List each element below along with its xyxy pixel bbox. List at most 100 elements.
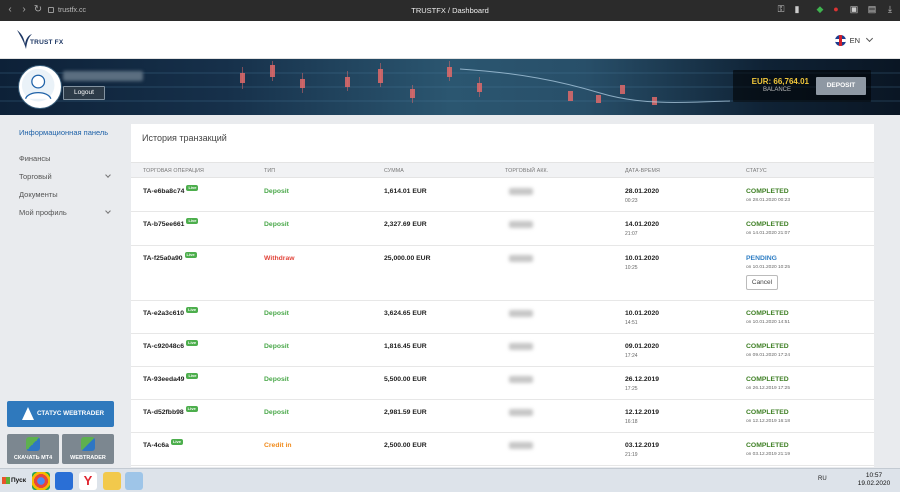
qr-icon[interactable]: ▣ — [849, 4, 859, 15]
operation-id-text: TA-e6ba8c74 — [143, 188, 185, 195]
clock-time: 10:57 — [865, 472, 883, 479]
table-row: TA-e6ba8c74Live Deposit 1,614.01 EUR 28.01.… — [131, 179, 874, 212]
logo-text: TRUST FX — [30, 39, 64, 46]
shield-icon[interactable]: ◆ — [815, 4, 825, 15]
sidebar-item-dashboard[interactable]: Информационная панель — [19, 128, 109, 137]
webtrader-logo-icon — [22, 407, 34, 420]
transaction-time: 21:19 — [625, 452, 638, 458]
trading-account-redacted — [509, 409, 533, 416]
operation-id[interactable]: TA-93eeda49Live — [143, 373, 199, 383]
trading-account-redacted — [509, 442, 533, 449]
transaction-date: 26.12.2019 — [625, 376, 660, 383]
extension-icon[interactable]: ● — [831, 4, 841, 15]
transaction-date: 10.01.2020 — [625, 310, 660, 317]
trading-account-redacted — [509, 310, 533, 317]
operation-id[interactable]: TA-d52fbb98Live — [143, 406, 198, 416]
sidebar-item-profile[interactable]: Мой профиль — [19, 208, 67, 217]
translate-icon[interactable]: ▤ — [867, 4, 877, 15]
download-mt4-button[interactable]: СКАЧАТЬ MT4 — [7, 434, 59, 464]
column-header-datetime: ДАТА-ВРЕМЯ — [625, 168, 660, 174]
status-badge: COMPLETED — [746, 376, 789, 383]
status-badge: COMPLETED — [746, 409, 789, 416]
transaction-time: 17:24 — [625, 353, 638, 359]
status-badge: PENDING — [746, 255, 777, 262]
transaction-time: 14:51 — [625, 320, 638, 326]
operation-id[interactable]: TA-c92048c6Live — [143, 340, 199, 350]
operation-id-text: TA-f25a0a90 — [143, 255, 183, 262]
cancel-button[interactable]: Cancel — [746, 275, 778, 290]
status-timestamp: on 26.12.2019 17:25 — [746, 386, 791, 391]
operation-id-text: TA-c92048c6 — [143, 343, 185, 350]
status-timestamp: on 12.12.2019 16:18 — [746, 419, 791, 424]
transaction-date: 09.01.2020 — [625, 343, 660, 350]
transaction-type: Deposit — [264, 310, 289, 317]
url-text: trustfx.cc — [58, 7, 87, 14]
transaction-amount: 1,614.01 EUR — [384, 188, 427, 195]
sidebar-item-finance[interactable]: Финансы — [19, 154, 51, 163]
system-clock[interactable]: 10:57 19.02.2020 — [854, 472, 894, 488]
live-badge: Live — [186, 307, 199, 313]
browser-chrome: ‹ › ↻ trustfx.cc TRUSTFX / Dashboard ⚿ ▮… — [0, 0, 900, 21]
deposit-button[interactable]: DEPOSIT — [816, 77, 866, 95]
transaction-type: Deposit — [264, 188, 289, 195]
transaction-amount: 2,327.69 EUR — [384, 221, 427, 228]
operation-id[interactable]: TA-f25a0a90Live — [143, 252, 197, 262]
live-badge: Live — [186, 373, 199, 379]
webtrader-status-button[interactable]: СТАТУС WEBTRADER — [7, 401, 114, 427]
operation-id-text: TA-93eeda49 — [143, 376, 185, 383]
language-selector[interactable]: EN — [834, 33, 874, 47]
status-timestamp: on 10.01.2020 14:51 — [746, 320, 791, 325]
address-bar[interactable]: trustfx.cc — [48, 4, 768, 17]
logout-button[interactable]: Logout — [63, 86, 105, 100]
logo[interactable]: TRUST FX — [15, 28, 65, 52]
key-icon[interactable]: ⚿ — [776, 4, 786, 15]
sidebar-item-trading[interactable]: Торговый — [19, 172, 52, 181]
webtrader-label: WEBTRADER — [70, 455, 106, 461]
column-header-type: ТИП — [264, 168, 276, 174]
metatrader-icon — [26, 437, 40, 451]
skype-icon[interactable] — [55, 472, 73, 490]
start-label: Пуск — [11, 477, 26, 484]
status-timestamp: on 03.12.2019 21:19 — [746, 452, 791, 457]
transaction-amount: 3,624.65 EUR — [384, 310, 427, 317]
transaction-date: 10.01.2020 — [625, 255, 660, 262]
column-header-account: ТОРГОВЫЙ АКК. — [505, 168, 549, 174]
table-row: TA-4c6aLive Credit in 2,500.00 EUR 03.12.20… — [131, 433, 874, 466]
live-badge: Live — [186, 218, 199, 224]
transaction-amount: 2,500.00 EUR — [384, 442, 427, 449]
sidebar-item-documents[interactable]: Документы — [19, 190, 58, 199]
trading-account-redacted — [509, 376, 533, 383]
operation-id[interactable]: TA-4c6aLive — [143, 439, 183, 449]
status-badge: COMPLETED — [746, 442, 789, 449]
balance-amount: EUR: 66,764.01 — [751, 77, 809, 86]
back-icon[interactable]: ‹ — [4, 4, 16, 16]
transaction-time: 10:25 — [625, 265, 638, 271]
chrome-icon[interactable] — [32, 472, 50, 490]
operation-id-text: TA-4c6a — [143, 442, 169, 449]
status-timestamp: on 14.01.2020 21:07 — [746, 231, 791, 236]
forward-icon[interactable]: › — [18, 4, 30, 16]
reload-icon[interactable]: ↻ — [32, 4, 44, 16]
column-header-amount: СУММА — [384, 168, 404, 174]
live-badge: Live — [185, 406, 198, 412]
avatar[interactable] — [19, 66, 61, 108]
operation-id[interactable]: TA-e6ba8c74Live — [143, 185, 199, 195]
status-badge: COMPLETED — [746, 188, 789, 195]
download-icon[interactable]: ⤓ — [885, 4, 895, 15]
operation-id[interactable]: TA-e2a3c610Live — [143, 307, 199, 317]
webtrader-button[interactable]: WEBTRADER — [62, 434, 114, 464]
transaction-time: 17:25 — [625, 386, 638, 392]
bookmark-icon[interactable]: ▮ — [792, 4, 802, 15]
table-row: TA-d52fbb98Live Deposit 2,981.59 EUR 12.12.… — [131, 400, 874, 433]
live-badge: Live — [184, 252, 197, 258]
yandex-icon[interactable]: Y — [79, 472, 97, 490]
start-button[interactable]: Пуск — [1, 472, 26, 489]
app-icon[interactable] — [125, 472, 143, 490]
status-timestamp: on 09.01.2020 17:24 — [746, 353, 791, 358]
folder-icon[interactable] — [103, 472, 121, 490]
operation-id-text: TA-d52fbb98 — [143, 409, 184, 416]
input-language[interactable]: RU — [818, 476, 827, 482]
taskbar: Пуск Y RU 10:57 19.02.2020 — [0, 468, 900, 492]
operation-id[interactable]: TA-b75ee661Live — [143, 218, 199, 228]
site-header: TRUST FX EN — [0, 21, 900, 59]
